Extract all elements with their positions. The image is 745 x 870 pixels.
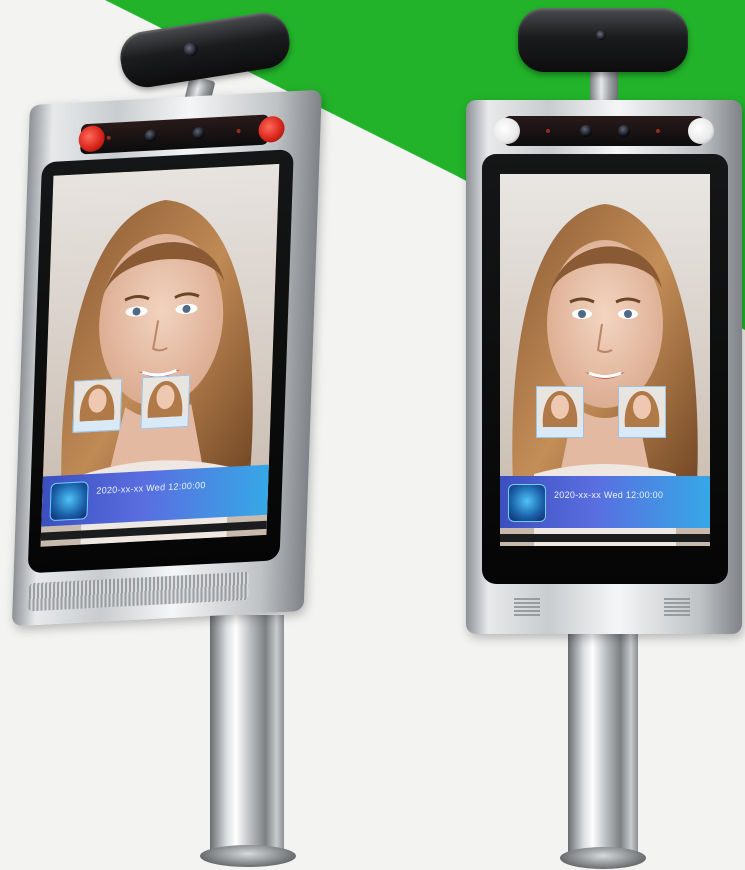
right-speaker-grille-left xyxy=(514,598,540,616)
right-device-body: 2020-xx-xx Wed 12:00:00 xyxy=(466,100,742,634)
right-info-banner: 2020-xx-xx Wed 12:00:00 xyxy=(500,476,710,528)
right-match-thumbnail xyxy=(536,386,584,438)
right-pole xyxy=(568,630,638,858)
right-sensor-strip xyxy=(504,116,704,146)
right-screen: 2020-xx-xx Wed 12:00:00 xyxy=(500,174,710,546)
right-face-recognition-terminal: 2020-xx-xx Wed 12:00:00 xyxy=(0,0,745,870)
right-top-camera xyxy=(518,8,688,72)
right-ir-light-icon xyxy=(494,118,520,144)
right-camera-lens-icon xyxy=(596,30,606,40)
right-speaker-grille-right xyxy=(664,598,690,616)
right-pole-base xyxy=(560,847,646,869)
right-ir-light-icon xyxy=(688,118,714,144)
right-banner-face-icon xyxy=(508,484,546,522)
right-sensor-camera-icon xyxy=(618,125,630,137)
right-screen-bezel: 2020-xx-xx Wed 12:00:00 xyxy=(482,154,728,584)
right-banner-text: 2020-xx-xx Wed 12:00:00 xyxy=(554,490,664,500)
right-status-bar xyxy=(500,534,710,542)
right-match-thumbnail xyxy=(618,386,666,438)
right-sensor-camera-icon xyxy=(580,125,592,137)
